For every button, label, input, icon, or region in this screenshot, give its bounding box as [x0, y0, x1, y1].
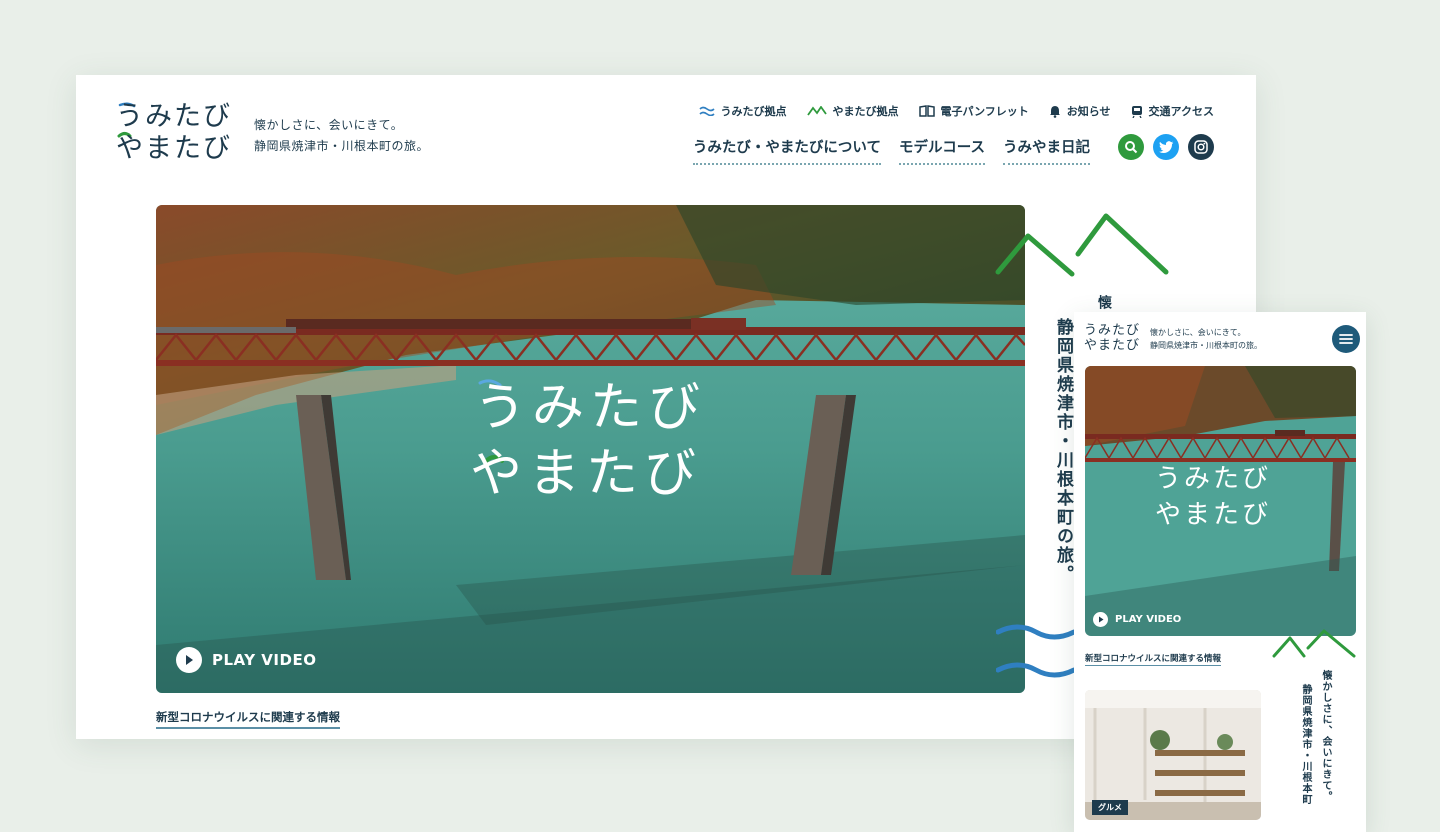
twitter-button[interactable] — [1153, 134, 1179, 160]
tagline-line1: 懐かしさに、会いにきて。 — [254, 118, 404, 132]
util-nav-yamatabi[interactable]: やまたび拠点 — [806, 103, 899, 119]
util-nav-label: 電子パンフレット — [940, 105, 1029, 118]
play-icon — [1093, 612, 1108, 627]
tagline: 懐かしさに、会いにきて。 静岡県焼津市・川根本町の旅。 — [254, 115, 429, 157]
play-video-label: PLAY VIDEO — [212, 651, 317, 669]
mobile-logo[interactable]: うみたび やまたび — [1084, 323, 1140, 353]
header-icon-buttons — [1118, 134, 1214, 160]
hamburger-menu-button[interactable] — [1332, 325, 1360, 353]
mobile-tagline-line1: 懐かしさに、会いにきて。 — [1150, 328, 1246, 337]
mobile-play-video-label: PLAY VIDEO — [1115, 614, 1182, 625]
wave-icon — [698, 106, 715, 116]
util-nav-label: うみたび拠点 — [720, 105, 787, 118]
hero-logo: うみたび やまたび — [456, 375, 716, 529]
mobile-tagline: 懐かしさに、会いにきて。 静岡県焼津市・川根本町の旅。 — [1150, 326, 1262, 352]
hero-video[interactable]: うみたび やまたび PLAY VIDEO — [156, 205, 1025, 693]
bell-icon — [1049, 105, 1060, 118]
side-vertical-text: 静岡県焼津市・川根本町の旅。 — [1053, 318, 1073, 584]
tagline-line2: 静岡県焼津市・川根本町の旅。 — [254, 139, 430, 153]
site-logo[interactable]: うみたび やまたび — [116, 100, 232, 166]
mobile-hero-video[interactable]: うみたび やまたび PLAY VIDEO — [1085, 366, 1356, 636]
util-nav-label: お知らせ — [1066, 105, 1111, 118]
util-nav-label: やまたび拠点 — [832, 105, 899, 118]
util-nav-pamphlet[interactable]: 電子パンフレット — [918, 103, 1029, 119]
util-nav-news[interactable]: お知らせ — [1049, 103, 1111, 119]
util-nav-label: 交通アクセス — [1148, 105, 1214, 118]
book-icon — [918, 105, 935, 117]
util-nav-umitabi[interactable]: うみたび拠点 — [698, 103, 787, 119]
mobile-logo-line1: うみたび — [1084, 323, 1141, 338]
mountain-icon — [806, 106, 827, 116]
mobile-vertical-text-1: 懐かしさに、会いにきて。 — [1320, 670, 1331, 802]
hero-logo-line2: やまたび — [470, 444, 703, 504]
play-icon — [176, 647, 202, 673]
mobile-tagline-line2: 静岡県焼津市・川根本町の旅。 — [1150, 341, 1262, 350]
play-video-button[interactable]: PLAY VIDEO — [176, 647, 316, 673]
mobile-covid-info-link[interactable]: 新型コロナウイルスに関連する情報 — [1085, 652, 1222, 666]
mobile-hero-logo-line2: やまたび — [1155, 500, 1272, 530]
side-text-top: 懐 — [1096, 295, 1112, 311]
search-icon — [1125, 141, 1138, 154]
mobile-hero-logo-line1: うみたび — [1155, 464, 1272, 494]
logo-text-line1: うみたび — [116, 101, 232, 132]
train-icon — [1131, 105, 1142, 118]
nav-model-course[interactable]: モデルコース — [899, 136, 985, 165]
covid-info-link[interactable]: 新型コロナウイルスに関連する情報 — [156, 709, 340, 729]
logo-text-line2: やまたび — [116, 133, 232, 164]
nav-diary[interactable]: うみやま日記 — [1003, 136, 1090, 165]
hero-logo-line1: うみたび — [474, 378, 707, 438]
util-nav-access[interactable]: 交通アクセス — [1131, 103, 1214, 119]
mobile-vertical-text-2: 静岡県焼津市・川根本町 — [1300, 684, 1311, 805]
twitter-icon — [1158, 140, 1173, 153]
main-nav: うみたび・やまたびについて モデルコース うみやま日記 — [692, 136, 1090, 165]
utility-nav: うみたび拠点 やまたび拠点 電子パンフレット お知らせ 交通アクセス — [698, 103, 1214, 119]
mobile-logo-line2: やまたび — [1084, 338, 1141, 353]
nav-about[interactable]: うみたび・やまたびについて — [692, 136, 881, 165]
menu-icon — [1339, 334, 1353, 344]
mobile-play-video-button[interactable]: PLAY VIDEO — [1093, 612, 1181, 627]
instagram-button[interactable] — [1188, 134, 1214, 160]
mobile-category-badge: グルメ — [1092, 800, 1128, 815]
search-button[interactable] — [1118, 134, 1144, 160]
instagram-icon — [1194, 140, 1208, 154]
